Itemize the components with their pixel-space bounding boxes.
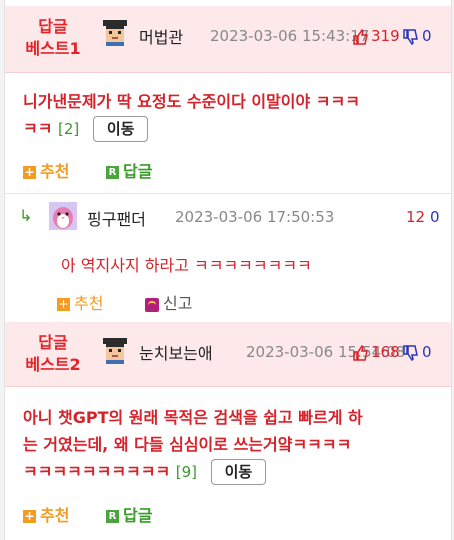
reply-button[interactable]: R 답글 — [106, 158, 152, 182]
upvote-count: 168 — [371, 343, 400, 361]
upvote-count: 319 — [371, 27, 400, 45]
reply-downvote-count: 0 — [430, 208, 440, 226]
best-label-line1: 답글 — [38, 17, 68, 36]
best-label-line2: 베스트2 — [25, 355, 81, 374]
move-button[interactable]: 이동 — [210, 459, 267, 485]
comment-list: 답글 베스트1 머법관 2023-03-06 15:43:17 319 0 니가… — [4, 0, 452, 540]
downvote-count: 0 — [422, 343, 432, 361]
comment-text: ㅋㅋ — [23, 119, 53, 138]
best-label-line1: 답글 — [38, 333, 68, 352]
pixel-face-avatar[interactable] — [101, 18, 129, 46]
reply-nickname[interactable]: 핑구팬더 — [87, 206, 146, 230]
best-comment-header-2: 답글 베스트2 눈치보는애 2023-03-06 15:54:08 168 0 — [5, 322, 451, 387]
reply-r-icon: R — [106, 166, 119, 179]
reply-arrow-icon: ↳ — [19, 206, 33, 225]
downvote-count: 0 — [422, 27, 432, 45]
thumbs-up-icon[interactable] — [353, 29, 369, 45]
plus-icon: + — [23, 509, 36, 523]
nickname[interactable]: 눈치보는애 — [139, 340, 213, 364]
reply-count: [9] — [175, 463, 198, 481]
penguin-avatar[interactable] — [49, 202, 77, 230]
reply-date: 2023-03-06 17:50:53 — [175, 208, 335, 226]
comment-body-2: 아니 챗GPT의 원래 목적은 검색을 쉽고 빠르게 하 는 거였는데, 왜 다… — [23, 404, 443, 486]
reply-upvote-count: 12 — [406, 208, 426, 226]
thumbs-down-icon[interactable] — [403, 345, 419, 361]
report-label: 신고 — [163, 294, 193, 313]
comment-text-line: 는 거였는데, 왜 다들 심심이로 쓰는거얔ㅋㅋㅋㅋ — [23, 435, 352, 454]
recommend-label: 추천 — [40, 506, 70, 525]
comment-text-line: ㅋㅋㅋㅋㅋㅋㅋㅋㅋㅋ [9] 이동 — [23, 458, 443, 486]
reply-label: 답글 — [123, 506, 153, 525]
move-button[interactable]: 이동 — [92, 116, 149, 142]
recommend-button[interactable]: + 추천 — [23, 158, 69, 182]
thumbs-up-icon[interactable] — [353, 345, 369, 361]
plus-icon: + — [23, 165, 36, 179]
report-button[interactable]: 신고 — [145, 290, 192, 314]
best-label-1: 답글 베스트1 — [19, 16, 87, 60]
plus-icon: + — [57, 297, 70, 311]
recommend-button[interactable]: + 추천 — [23, 502, 69, 526]
thumbs-down-icon[interactable] — [403, 29, 419, 45]
reply-r-icon: R — [106, 510, 119, 523]
report-siren-icon — [145, 297, 159, 312]
reply-count: [2] — [58, 120, 80, 138]
reply-recommend-button[interactable]: + 추천 — [57, 290, 103, 314]
best-comment-header-1: 답글 베스트1 머법관 2023-03-06 15:43:17 319 0 — [5, 6, 451, 73]
comment-text-line: 아니 챗GPT의 원래 목적은 검색을 쉽고 빠르게 하 — [23, 408, 363, 427]
reply-label: 답글 — [123, 162, 153, 181]
pixel-face-avatar[interactable] — [101, 336, 129, 364]
comment-body-1: 니가낸문제가 딱 요정도 수준이다 이말이야 ㅋㅋㅋ ㅋㅋ [2] 이동 — [23, 88, 443, 143]
reply-button[interactable]: R 답글 — [106, 502, 152, 526]
nickname[interactable]: 머법관 — [139, 24, 183, 48]
best-label-2: 답글 베스트2 — [19, 332, 87, 376]
comment-date: 2023-03-06 15:43:17 — [210, 27, 370, 45]
recommend-label: 추천 — [40, 162, 70, 181]
recommend-label: 추천 — [74, 294, 104, 313]
divider — [5, 193, 451, 194]
comment-text-line: ㅋㅋ [2] 이동 — [23, 115, 443, 143]
reply-text: 아 역지사지 하라고 ㅋㅋㅋㅋㅋㅋㅋㅋ — [61, 256, 312, 275]
comment-text-line: 니가낸문제가 딱 요정도 수준이다 이말이야 ㅋㅋㅋ — [23, 92, 360, 111]
best-label-line2: 베스트1 — [25, 39, 81, 58]
comment-text: ㅋㅋㅋㅋㅋㅋㅋㅋㅋㅋ — [23, 462, 171, 481]
